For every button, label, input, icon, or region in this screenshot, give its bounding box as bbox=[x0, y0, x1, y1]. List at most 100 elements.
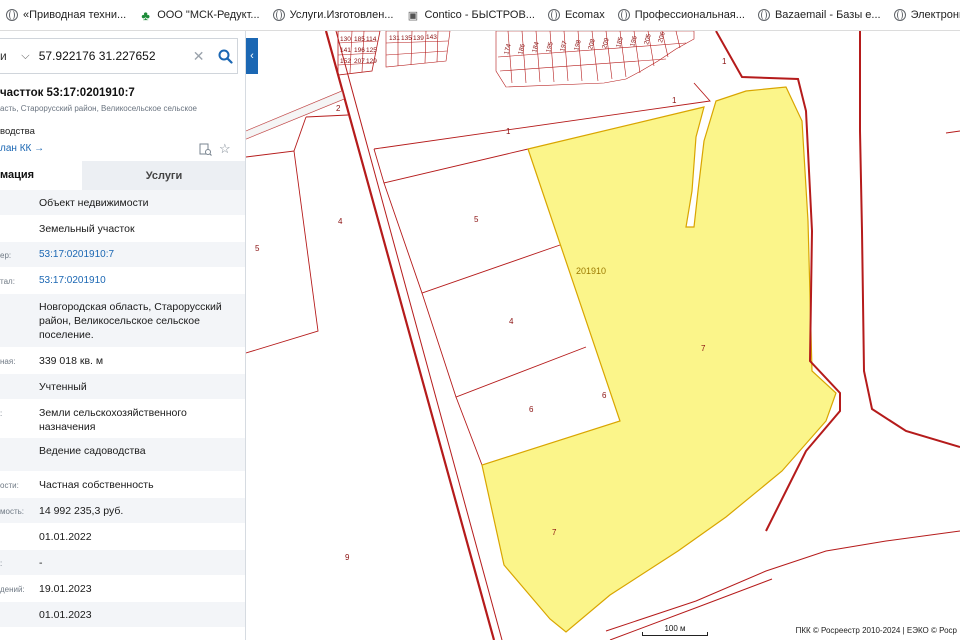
parcel-label: 9 bbox=[345, 553, 350, 562]
bookmark-item[interactable]: ♣ ООО "МСК-Редукт... bbox=[133, 0, 266, 30]
object-usage: водства bbox=[0, 126, 35, 137]
object-address: асть, Старорусский район, Великосельское… bbox=[0, 104, 197, 113]
attribute-row: :- bbox=[0, 550, 245, 576]
plot-number: 185 bbox=[354, 36, 365, 43]
document-search-icon[interactable] bbox=[199, 143, 212, 156]
attribute-value: Объект недвижимости bbox=[39, 197, 149, 209]
plot-number: 209 bbox=[601, 37, 611, 50]
attribute-value: 339 018 кв. м bbox=[39, 355, 104, 367]
attribute-row: ости: Частная собственность bbox=[0, 472, 245, 498]
search-mode-label[interactable]: и bbox=[0, 49, 15, 63]
plot-number: 125 bbox=[366, 47, 377, 54]
parcel-label: 6 bbox=[529, 405, 534, 414]
bookmark-label: Contico - БЫСТРОВ... bbox=[424, 9, 535, 21]
bookmark-item[interactable]: Услуги.Изготовлен... bbox=[267, 0, 401, 30]
bookmark-label: ООО "МСК-Редукт... bbox=[157, 9, 260, 21]
collapse-panel-button[interactable]: ‹ bbox=[246, 38, 258, 74]
cadastral-map[interactable]: 130 185141 196152 207114125129131 135 139 1431… bbox=[246, 31, 960, 640]
attribute-key: : bbox=[0, 559, 3, 568]
scale-bar: 100 м bbox=[642, 624, 708, 636]
plot-number: 208 bbox=[587, 38, 597, 51]
bookmark-item[interactable]: ▣ Contico - БЫСТРОВ... bbox=[400, 0, 541, 30]
search-input[interactable] bbox=[38, 49, 189, 63]
attribute-row: Земельный участок bbox=[0, 216, 245, 242]
parcel-label: 5 bbox=[255, 244, 260, 253]
bookmark-item[interactable]: Электронный журн... bbox=[888, 0, 960, 30]
map-view[interactable]: 130 185 141 196 152 207 114 125 129 131 135 139 143 1… bbox=[246, 31, 960, 640]
attribute-row: мость: 14 992 235,3 руб. bbox=[0, 498, 245, 524]
attribute-value: Земельный участок bbox=[39, 223, 135, 235]
close-icon[interactable]: ✕ bbox=[193, 48, 206, 65]
attribute-value: Новгородская область, Старорусский район… bbox=[39, 301, 222, 341]
tabs: мация Услуги bbox=[0, 161, 245, 190]
attribute-link[interactable]: 53:17:0201910 bbox=[38, 268, 238, 294]
info-panel: и ⌵ ✕ частток 53:17:0201910:7 асть, Стар… bbox=[0, 31, 246, 640]
plot-number: 196 bbox=[354, 47, 365, 54]
plot-number: 129 bbox=[366, 58, 377, 65]
globe-icon bbox=[272, 9, 285, 21]
attribute-row: ер: 53:17:0201910:7 bbox=[0, 242, 245, 268]
scale-line bbox=[642, 632, 708, 636]
cadastral-plan-link[interactable]: лан КК → bbox=[0, 143, 44, 154]
attribute-key: дений: bbox=[0, 585, 25, 594]
bookmark-label: Bazaemail - Базы е... bbox=[774, 9, 881, 21]
globe-icon bbox=[547, 9, 560, 21]
attribute-key: мость: bbox=[0, 507, 25, 516]
parcel-label: 7 bbox=[552, 528, 557, 537]
picture-icon: ▣ bbox=[407, 9, 419, 22]
tab-services[interactable]: Услуги bbox=[82, 161, 245, 190]
attribute-row: Объект недвижимости bbox=[0, 190, 245, 216]
bookmark-item[interactable]: Профессиональная... bbox=[612, 0, 752, 30]
globe-icon bbox=[893, 9, 906, 21]
attribute-key bbox=[0, 438, 38, 447]
parcel-label: 1 bbox=[672, 96, 677, 105]
search-icon bbox=[218, 49, 233, 64]
chevron-down-icon[interactable]: ⌵ bbox=[21, 50, 32, 62]
globe-icon bbox=[6, 9, 18, 21]
plot-number: 131 bbox=[389, 35, 400, 42]
attribute-list: Объект недвижимости Земельный участок ер: 5… bbox=[0, 190, 245, 628]
bookmark-label: Ecomax bbox=[564, 9, 605, 21]
attribute-row: 01.01.2022 bbox=[0, 524, 245, 550]
parcel-label: 7 bbox=[701, 344, 706, 353]
attribute-value: - bbox=[39, 557, 43, 569]
attribute-row: Ведение садоводства bbox=[0, 438, 245, 472]
attribute-key: ер: bbox=[0, 251, 12, 260]
bookmark-label: Профессиональная... bbox=[634, 9, 745, 21]
attribute-key bbox=[0, 294, 38, 303]
tab-information[interactable]: мация bbox=[0, 161, 82, 190]
plot-number: 143 bbox=[426, 34, 437, 41]
bookmark-label: Услуги.Изготовлен... bbox=[289, 9, 394, 21]
parcel-label: 4 bbox=[338, 217, 343, 226]
bookmark-item[interactable]: Bazaemail - Базы е... bbox=[752, 0, 888, 30]
tree-icon: ♣ bbox=[141, 7, 150, 23]
globe-icon bbox=[617, 9, 630, 21]
plot-number: 186 bbox=[517, 43, 527, 56]
plot-number: 152 bbox=[340, 58, 351, 65]
attribute-value: Частная собственность bbox=[39, 479, 154, 491]
object-title: частток 53:17:0201910:7 bbox=[0, 87, 135, 99]
parcel-label: 1 bbox=[506, 127, 511, 136]
plot-number: 185 bbox=[615, 36, 625, 49]
plot-number: 198 bbox=[573, 39, 583, 52]
plot-number: 114 bbox=[366, 36, 377, 43]
parcel-label: 6 bbox=[602, 391, 607, 400]
globe-icon bbox=[757, 9, 770, 21]
map-copyright: ПКК © Росреестр 2010-2024 | ЕЭКО © Роср bbox=[792, 625, 960, 636]
plot-number: 135 bbox=[401, 35, 412, 42]
attribute-key bbox=[0, 216, 38, 225]
bookmark-item[interactable]: Ecomax bbox=[542, 0, 612, 30]
attribute-row: : Земли сельскохозяйственного назначения bbox=[0, 400, 245, 438]
plot-number: 139 bbox=[413, 35, 424, 42]
star-icon[interactable]: ☆ bbox=[219, 141, 231, 157]
attribute-row: ная: 339 018 кв. м bbox=[0, 348, 245, 374]
bookmark-item[interactable]: «Приводная техни... bbox=[0, 0, 133, 30]
plot-number: 184 bbox=[531, 41, 541, 54]
attribute-link[interactable]: 53:17:0201910:7 bbox=[38, 242, 238, 268]
parcel-label: 1 bbox=[722, 57, 727, 66]
plot-number: 205 bbox=[643, 33, 653, 46]
attribute-key bbox=[0, 524, 38, 533]
attribute-row: Новгородская область, Старорусский район… bbox=[0, 294, 245, 348]
plot-number: 206 bbox=[657, 31, 667, 44]
search-button[interactable] bbox=[214, 44, 237, 68]
